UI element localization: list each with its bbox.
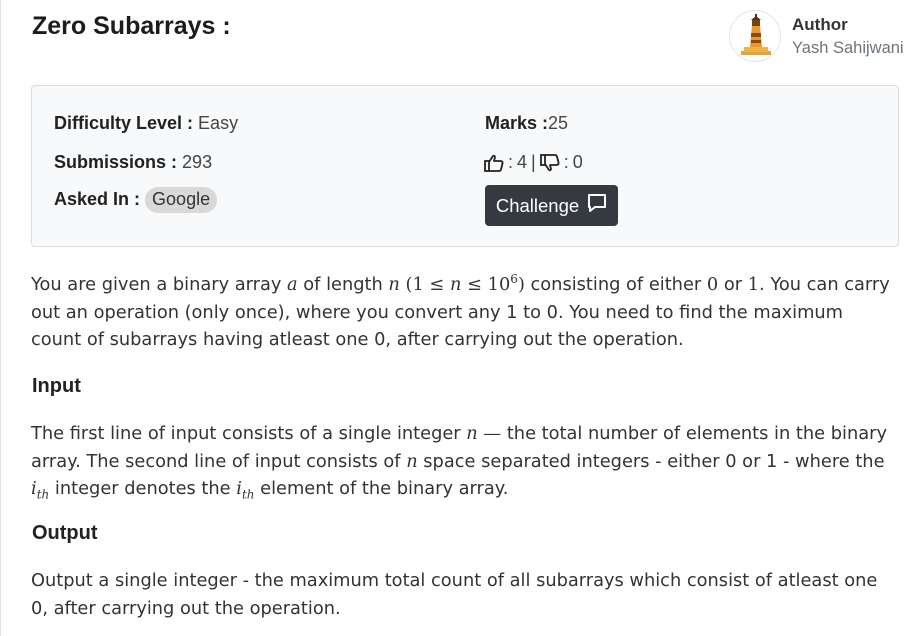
author-card[interactable]: Author Yash Sahijwani bbox=[729, 10, 904, 66]
lighthouse-icon[interactable] bbox=[729, 10, 781, 62]
problem-statement: You are given a binary array a of length… bbox=[31, 272, 890, 350]
input-description: The first line of input consists of a si… bbox=[31, 423, 887, 502]
submissions-label: Submissions : bbox=[54, 152, 178, 172]
votes-row: :4 | :0 bbox=[484, 152, 583, 173]
difficulty-value: Easy bbox=[198, 113, 239, 133]
problem-page: Zero Subarrays : Author Yash Sahijwani D… bbox=[0, 0, 904, 636]
asked-in-label: Asked In : bbox=[54, 189, 141, 209]
page-title: Zero Subarrays : bbox=[32, 12, 231, 40]
challenge-label: Challenge bbox=[495, 194, 580, 216]
comment-icon bbox=[587, 193, 607, 218]
output-heading: Output bbox=[32, 522, 98, 544]
challenge-button[interactable]: Challenge bbox=[485, 185, 618, 226]
input-heading: Input bbox=[32, 375, 81, 397]
submissions-value: 293 bbox=[182, 152, 213, 172]
submissions-row: Submissions : 293 bbox=[54, 152, 212, 173]
author-name[interactable]: Yash Sahijwani bbox=[792, 39, 904, 58]
problem-info-card: Difficulty Level : Easy Submissions : 29… bbox=[31, 85, 899, 247]
output-description: Output a single integer - the maximum to… bbox=[31, 570, 878, 619]
company-tag[interactable]: Google bbox=[145, 187, 218, 213]
difficulty-row: Difficulty Level : Easy bbox=[54, 113, 238, 134]
dislikes-count: 0 bbox=[572, 152, 583, 172]
thumbs-up-icon[interactable] bbox=[484, 154, 504, 172]
difficulty-label: Difficulty Level : bbox=[54, 113, 194, 133]
asked-in-row: Asked In : Google bbox=[54, 187, 218, 213]
author-label: Author bbox=[792, 15, 848, 34]
marks-row: Marks :25 bbox=[485, 113, 568, 134]
likes-count: 4 bbox=[517, 152, 528, 172]
marks-value: 25 bbox=[548, 113, 569, 133]
marks-label: Marks : bbox=[485, 113, 549, 133]
thumbs-down-icon[interactable] bbox=[539, 153, 560, 172]
